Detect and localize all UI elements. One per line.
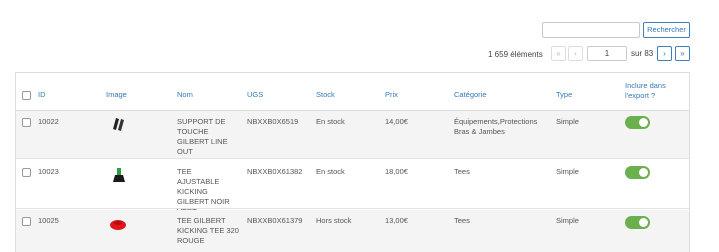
col-id[interactable]: ID <box>38 90 46 99</box>
gloves-product-icon <box>113 118 124 131</box>
item-count: 1 659 éléments <box>488 50 543 59</box>
row-sku: NBXXB0X6519 <box>247 117 299 126</box>
row-price: 13,00€ <box>385 216 408 225</box>
kicking-tee-green-icon <box>113 168 125 182</box>
include-export-toggle[interactable] <box>625 166 650 179</box>
col-include-export[interactable]: Inclure dans l'export ? <box>625 81 675 101</box>
last-page-button[interactable]: » <box>675 46 690 61</box>
row-type: Simple <box>556 167 579 176</box>
col-sku[interactable]: UGS <box>247 90 263 99</box>
row-sku: NBXXB0X61379 <box>247 216 303 225</box>
row-checkbox[interactable] <box>22 217 31 226</box>
row-checkbox[interactable] <box>22 168 31 177</box>
row-category: Équipements,Protections Bras & Jambes <box>454 117 538 136</box>
pagination: 1 659 éléments « ‹ 1 sur 83 › » <box>0 46 719 62</box>
include-export-toggle[interactable] <box>625 216 650 229</box>
row-price: 14,00€ <box>385 117 408 126</box>
row-sku: NBXXB0X61382 <box>247 167 303 176</box>
search-bar: Rechercher <box>0 22 719 40</box>
row-type: Simple <box>556 216 579 225</box>
col-image[interactable]: Image <box>106 90 127 99</box>
col-stock[interactable]: Stock <box>316 90 335 99</box>
page-total: sur 83 <box>631 49 654 58</box>
row-category: Tees <box>454 216 470 225</box>
row-id: 10023 <box>38 167 59 176</box>
col-name[interactable]: Nom <box>177 90 193 99</box>
col-price[interactable]: Prix <box>385 90 398 99</box>
prev-page-button[interactable]: ‹ <box>568 46 583 61</box>
page-number-input[interactable]: 1 <box>587 46 627 61</box>
row-id: 10025 <box>38 216 59 225</box>
row-stock: En stock <box>316 167 345 176</box>
row-checkbox[interactable] <box>22 118 31 127</box>
search-input[interactable] <box>542 22 640 38</box>
row-stock: Hors stock <box>316 216 352 225</box>
include-export-toggle[interactable] <box>625 116 650 129</box>
row-category: Tees <box>454 167 470 176</box>
row-price: 18,00€ <box>385 167 408 176</box>
next-page-button[interactable]: › <box>657 46 672 61</box>
table-row: 10023 TEE AJUSTABLE KICKING GILBERT NOIR… <box>16 160 689 216</box>
select-all-checkbox[interactable] <box>22 91 31 100</box>
first-page-button[interactable]: « <box>551 46 566 61</box>
col-category[interactable]: Catégorie <box>454 90 487 99</box>
row-stock: En stock <box>316 117 345 126</box>
table-row: 10025 TEE GILBERT KICKING TEE 320 ROUGE … <box>16 210 689 252</box>
kicking-tee-red-icon <box>110 220 126 230</box>
row-name: SUPPORT DE TOUCHE GILBERT LINE OUT <box>177 117 228 156</box>
row-type: Simple <box>556 117 579 126</box>
row-name: TEE GILBERT KICKING TEE 320 ROUGE <box>177 216 239 245</box>
col-type[interactable]: Type <box>556 90 572 99</box>
products-table: ID Image Nom UGS Stock Prix Catégorie Ty… <box>15 72 690 252</box>
table-row: 10022 SUPPORT DE TOUCHE GILBERT LINE OUT… <box>16 111 689 159</box>
table-header: ID Image Nom UGS Stock Prix Catégorie Ty… <box>16 73 689 111</box>
search-button[interactable]: Rechercher <box>643 22 690 38</box>
row-id: 10022 <box>38 117 59 126</box>
